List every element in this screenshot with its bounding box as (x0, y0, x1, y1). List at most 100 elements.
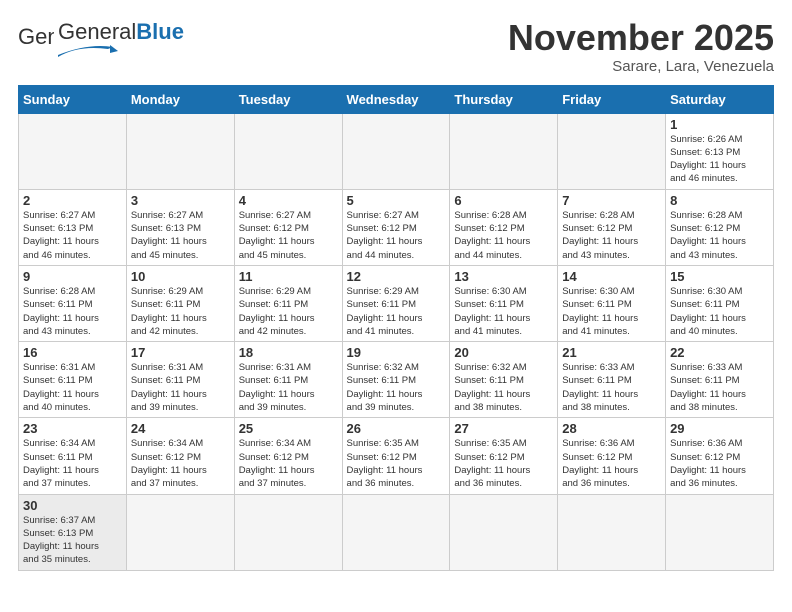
day-info: Sunrise: 6:35 AM Sunset: 6:12 PM Dayligh… (347, 437, 446, 490)
calendar-cell (234, 494, 342, 570)
day-info: Sunrise: 6:26 AM Sunset: 6:13 PM Dayligh… (670, 133, 769, 186)
title-block: November 2025 Sarare, Lara, Venezuela (508, 18, 774, 75)
day-number: 19 (347, 345, 446, 360)
calendar-cell (342, 113, 450, 189)
day-info: Sunrise: 6:33 AM Sunset: 6:11 PM Dayligh… (670, 361, 769, 414)
calendar-cell: 11Sunrise: 6:29 AM Sunset: 6:11 PM Dayli… (234, 265, 342, 341)
weekday-header-friday: Friday (558, 85, 666, 113)
day-info: Sunrise: 6:31 AM Sunset: 6:11 PM Dayligh… (131, 361, 230, 414)
calendar-cell: 8Sunrise: 6:28 AM Sunset: 6:12 PM Daylig… (666, 189, 774, 265)
day-number: 2 (23, 193, 122, 208)
calendar-cell: 4Sunrise: 6:27 AM Sunset: 6:12 PM Daylig… (234, 189, 342, 265)
day-info: Sunrise: 6:29 AM Sunset: 6:11 PM Dayligh… (131, 285, 230, 338)
day-number: 10 (131, 269, 230, 284)
calendar-cell: 14Sunrise: 6:30 AM Sunset: 6:11 PM Dayli… (558, 265, 666, 341)
day-info: Sunrise: 6:32 AM Sunset: 6:11 PM Dayligh… (347, 361, 446, 414)
calendar-cell (450, 113, 558, 189)
logo: General GeneralBlue (18, 18, 184, 54)
calendar-cell: 30Sunrise: 6:37 AM Sunset: 6:13 PM Dayli… (19, 494, 127, 570)
calendar-cell: 10Sunrise: 6:29 AM Sunset: 6:11 PM Dayli… (126, 265, 234, 341)
day-info: Sunrise: 6:30 AM Sunset: 6:11 PM Dayligh… (454, 285, 553, 338)
calendar-table: SundayMondayTuesdayWednesdayThursdayFrid… (18, 85, 774, 571)
day-info: Sunrise: 6:30 AM Sunset: 6:11 PM Dayligh… (670, 285, 769, 338)
calendar-cell: 13Sunrise: 6:30 AM Sunset: 6:11 PM Dayli… (450, 265, 558, 341)
page: General GeneralBlue November 2025 Sarare… (0, 0, 792, 581)
header: General GeneralBlue November 2025 Sarare… (18, 18, 774, 75)
day-info: Sunrise: 6:30 AM Sunset: 6:11 PM Dayligh… (562, 285, 661, 338)
day-number: 11 (239, 269, 338, 284)
day-number: 16 (23, 345, 122, 360)
logo-text: GeneralBlue (58, 21, 184, 51)
day-info: Sunrise: 6:34 AM Sunset: 6:11 PM Dayligh… (23, 437, 122, 490)
weekday-header-thursday: Thursday (450, 85, 558, 113)
calendar-cell: 15Sunrise: 6:30 AM Sunset: 6:11 PM Dayli… (666, 265, 774, 341)
month-title: November 2025 (508, 18, 774, 58)
day-number: 21 (562, 345, 661, 360)
day-info: Sunrise: 6:32 AM Sunset: 6:11 PM Dayligh… (454, 361, 553, 414)
day-info: Sunrise: 6:27 AM Sunset: 6:13 PM Dayligh… (131, 209, 230, 262)
day-number: 17 (131, 345, 230, 360)
calendar-cell: 25Sunrise: 6:34 AM Sunset: 6:12 PM Dayli… (234, 418, 342, 494)
calendar-cell (126, 494, 234, 570)
day-info: Sunrise: 6:31 AM Sunset: 6:11 PM Dayligh… (239, 361, 338, 414)
day-number: 24 (131, 421, 230, 436)
calendar-cell (558, 113, 666, 189)
day-info: Sunrise: 6:34 AM Sunset: 6:12 PM Dayligh… (131, 437, 230, 490)
location-subtitle: Sarare, Lara, Venezuela (508, 58, 774, 75)
day-number: 4 (239, 193, 338, 208)
day-info: Sunrise: 6:36 AM Sunset: 6:12 PM Dayligh… (562, 437, 661, 490)
day-info: Sunrise: 6:27 AM Sunset: 6:12 PM Dayligh… (239, 209, 338, 262)
weekday-header-wednesday: Wednesday (342, 85, 450, 113)
calendar-cell: 7Sunrise: 6:28 AM Sunset: 6:12 PM Daylig… (558, 189, 666, 265)
weekday-header-monday: Monday (126, 85, 234, 113)
week-row-6: 30Sunrise: 6:37 AM Sunset: 6:13 PM Dayli… (19, 494, 774, 570)
day-number: 23 (23, 421, 122, 436)
calendar-cell (126, 113, 234, 189)
logo-blue: Blue (136, 19, 184, 44)
calendar-cell: 21Sunrise: 6:33 AM Sunset: 6:11 PM Dayli… (558, 342, 666, 418)
week-row-5: 23Sunrise: 6:34 AM Sunset: 6:11 PM Dayli… (19, 418, 774, 494)
calendar-cell: 28Sunrise: 6:36 AM Sunset: 6:12 PM Dayli… (558, 418, 666, 494)
day-info: Sunrise: 6:27 AM Sunset: 6:12 PM Dayligh… (347, 209, 446, 262)
calendar-cell: 19Sunrise: 6:32 AM Sunset: 6:11 PM Dayli… (342, 342, 450, 418)
day-number: 12 (347, 269, 446, 284)
calendar-cell: 12Sunrise: 6:29 AM Sunset: 6:11 PM Dayli… (342, 265, 450, 341)
calendar-cell (558, 494, 666, 570)
day-info: Sunrise: 6:28 AM Sunset: 6:12 PM Dayligh… (670, 209, 769, 262)
day-info: Sunrise: 6:33 AM Sunset: 6:11 PM Dayligh… (562, 361, 661, 414)
day-info: Sunrise: 6:28 AM Sunset: 6:12 PM Dayligh… (562, 209, 661, 262)
day-number: 22 (670, 345, 769, 360)
calendar-cell: 23Sunrise: 6:34 AM Sunset: 6:11 PM Dayli… (19, 418, 127, 494)
weekday-header-tuesday: Tuesday (234, 85, 342, 113)
calendar-cell: 6Sunrise: 6:28 AM Sunset: 6:12 PM Daylig… (450, 189, 558, 265)
calendar-cell: 5Sunrise: 6:27 AM Sunset: 6:12 PM Daylig… (342, 189, 450, 265)
day-info: Sunrise: 6:28 AM Sunset: 6:11 PM Dayligh… (23, 285, 122, 338)
day-number: 15 (670, 269, 769, 284)
day-number: 6 (454, 193, 553, 208)
calendar-cell: 2Sunrise: 6:27 AM Sunset: 6:13 PM Daylig… (19, 189, 127, 265)
week-row-4: 16Sunrise: 6:31 AM Sunset: 6:11 PM Dayli… (19, 342, 774, 418)
day-info: Sunrise: 6:37 AM Sunset: 6:13 PM Dayligh… (23, 514, 122, 567)
calendar-cell: 26Sunrise: 6:35 AM Sunset: 6:12 PM Dayli… (342, 418, 450, 494)
day-number: 29 (670, 421, 769, 436)
week-row-2: 2 Sunrise: 6:27 AM Sunset: 6:13 PM Daylig… (19, 189, 774, 265)
logo-icon: General (18, 18, 54, 54)
calendar-cell (19, 113, 127, 189)
svg-text:General: General (18, 24, 54, 49)
day-info: Sunrise: 6:34 AM Sunset: 6:12 PM Dayligh… (239, 437, 338, 490)
calendar-cell: 22Sunrise: 6:33 AM Sunset: 6:11 PM Dayli… (666, 342, 774, 418)
week-row-3: 9Sunrise: 6:28 AM Sunset: 6:11 PM Daylig… (19, 265, 774, 341)
calendar-cell (450, 494, 558, 570)
weekday-header-sunday: Sunday (19, 85, 127, 113)
day-number: 14 (562, 269, 661, 284)
logo-swoosh (58, 45, 108, 51)
day-number: 1 (670, 117, 769, 132)
day-info: Sunrise: 6:36 AM Sunset: 6:12 PM Dayligh… (670, 437, 769, 490)
day-info: Sunrise: 6:31 AM Sunset: 6:11 PM Dayligh… (23, 361, 122, 414)
calendar-cell (234, 113, 342, 189)
day-number: 7 (562, 193, 661, 208)
week-row-1: 1Sunrise: 6:26 AM Sunset: 6:13 PM Daylig… (19, 113, 774, 189)
day-number: 8 (670, 193, 769, 208)
calendar-cell: 18Sunrise: 6:31 AM Sunset: 6:11 PM Dayli… (234, 342, 342, 418)
calendar-cell: 3Sunrise: 6:27 AM Sunset: 6:13 PM Daylig… (126, 189, 234, 265)
